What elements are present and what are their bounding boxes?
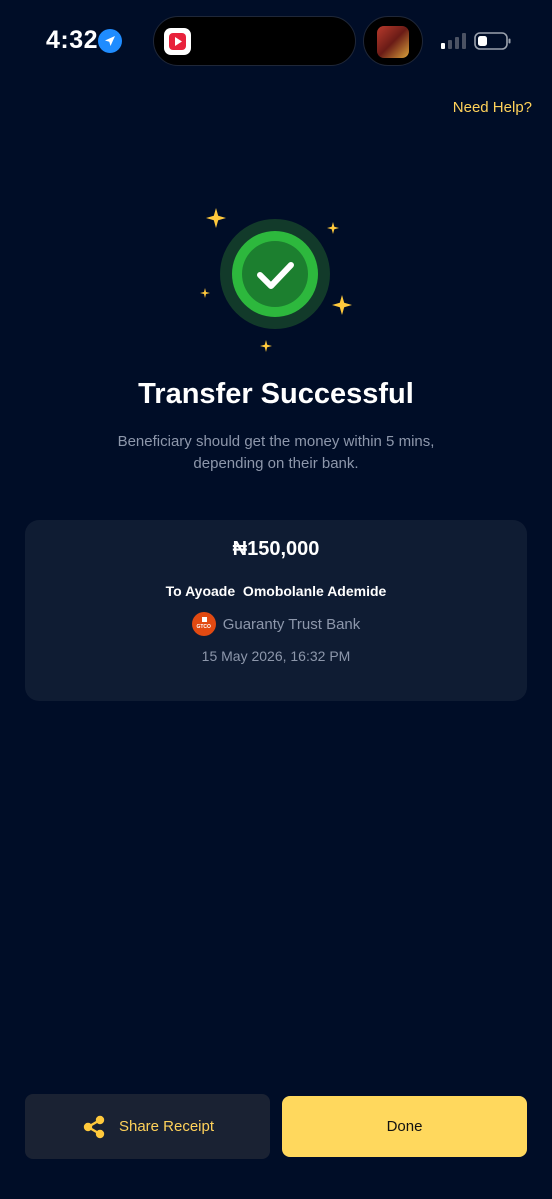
transfer-date: 15 May 2026, 16:32 PM (201, 648, 351, 664)
dynamic-island (153, 16, 356, 66)
status-time: 4:32 (46, 26, 99, 54)
need-help-link[interactable]: Need Help? (453, 99, 532, 116)
battery-icon (474, 32, 511, 50)
done-label: Done (386, 1118, 423, 1135)
success-checkmark-icon (200, 208, 352, 352)
bank-row: GTCO Guaranty Trust Bank (25, 612, 527, 636)
location-arrow-icon (98, 29, 122, 53)
share-icon (83, 1115, 105, 1138)
video-play-icon (164, 28, 191, 55)
success-subtitle: Beneficiary should get the money within … (117, 433, 435, 472)
transfer-amount: ₦150,000 (232, 538, 320, 560)
page-title: Transfer Successful (138, 378, 414, 410)
done-button[interactable]: Done (282, 1096, 527, 1157)
share-receipt-label: Share Receipt (118, 1118, 215, 1135)
sparkle-icon (332, 295, 352, 315)
sparkle-icon (200, 288, 210, 298)
live-activity (363, 16, 423, 66)
share-receipt-button[interactable]: Share Receipt (25, 1094, 270, 1159)
receipt-card: ₦150,000 To Ayoade Omobolanle Ademide GT… (25, 520, 527, 701)
app-thumbnail (377, 26, 409, 58)
recipient-name: To Ayoade Omobolanle Ademide (165, 583, 387, 599)
sparkle-icon (260, 340, 272, 352)
sparkle-icon (327, 222, 339, 234)
cellular-signal-icon (441, 33, 466, 49)
transfer-success-screen: 4:32 Need Help? Transfer Successful Bene… (0, 0, 552, 1199)
sparkle-icon (206, 208, 226, 228)
bank-name: Guaranty Trust Bank (222, 615, 361, 633)
bank-logo-text: GTCO (196, 623, 211, 630)
bank-logo: GTCO (191, 612, 216, 636)
